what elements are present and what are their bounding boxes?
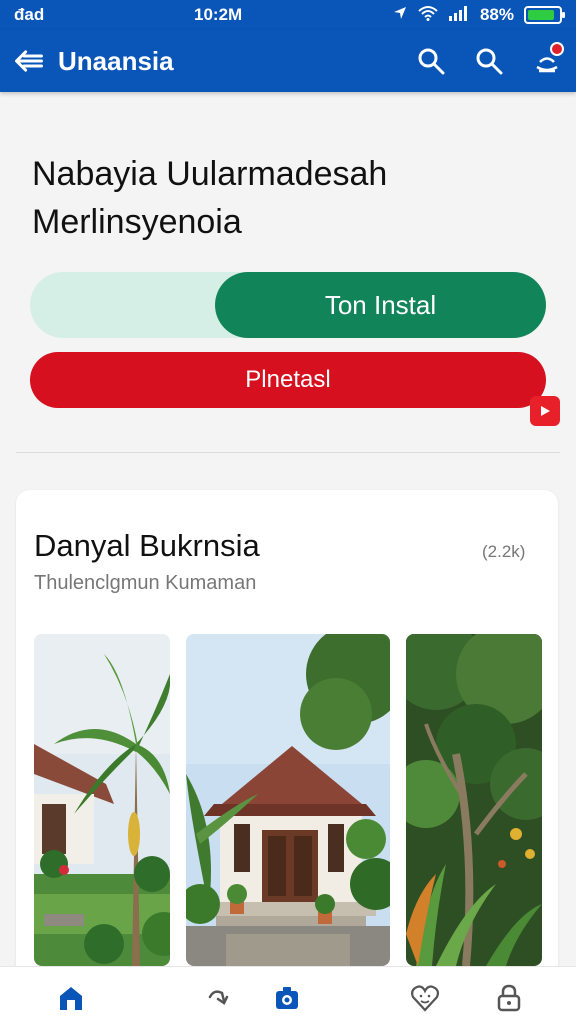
install-button[interactable]: Ton Instal (215, 272, 546, 338)
share-icon[interactable] (200, 981, 234, 1015)
clock-text: 10:2M (194, 5, 243, 24)
tropical-house-photo[interactable] (34, 634, 170, 966)
red-action-button[interactable]: Plnetasl (30, 352, 546, 408)
section-divider (16, 452, 560, 453)
notification-icon[interactable] (532, 42, 564, 76)
play-icon[interactable] (530, 396, 560, 426)
card-title: Danyal Bukrnsia (34, 528, 260, 563)
app-title: Unaansia (58, 45, 174, 76)
battery-percent: 88% (479, 5, 514, 24)
battery-icon (523, 6, 565, 24)
home-icon[interactable] (54, 981, 88, 1015)
headline-line-1: Nabayia Uularmadesah (32, 155, 388, 193)
bottom-nav (0, 966, 576, 1024)
traditional-house-photo[interactable] (186, 634, 390, 966)
back-arrow-icon[interactable] (14, 46, 44, 76)
notification-badge (550, 42, 564, 56)
battery-fill (527, 10, 555, 20)
location-icon (392, 5, 408, 26)
status-icons: 88% (392, 5, 565, 26)
appbar-actions (416, 42, 564, 76)
search-icon[interactable] (474, 46, 504, 76)
carrier-text: đad (14, 5, 45, 24)
garden-trees-photo[interactable] (406, 634, 542, 966)
heart-icon[interactable] (408, 981, 442, 1015)
wifi-icon (418, 5, 438, 26)
app-bar: Unaansia (0, 30, 576, 92)
camera-icon[interactable] (270, 981, 304, 1015)
search-icon[interactable] (416, 46, 446, 76)
lock-icon[interactable] (492, 981, 526, 1015)
status-bar: đad 10:2M 88% (0, 0, 576, 30)
headline-line-2: Merlinsyenoia (32, 203, 242, 241)
page-headline: Nabayia Uularmadesah Merlinsyenoia (32, 150, 532, 246)
card-count: (2.2k) (482, 542, 526, 561)
card-subtitle: Thulenclgmun Kumaman (34, 572, 257, 594)
signal-icon (448, 5, 470, 26)
